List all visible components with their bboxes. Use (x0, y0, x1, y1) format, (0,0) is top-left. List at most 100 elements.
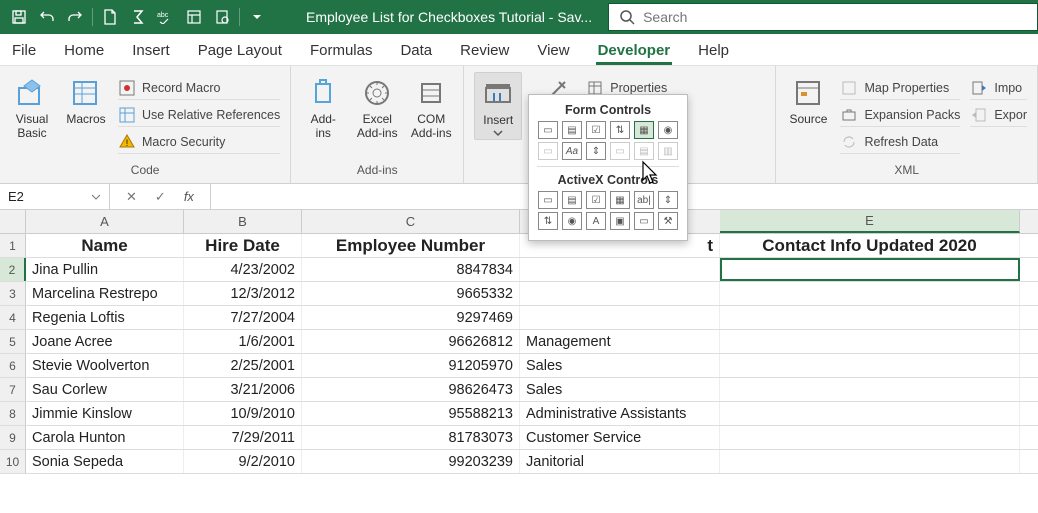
col-header-A[interactable]: A (26, 210, 184, 233)
row-header[interactable]: 6 (0, 354, 26, 377)
cell[interactable]: Janitorial (520, 450, 720, 473)
cell[interactable]: 10/9/2010 (184, 402, 302, 425)
cell[interactable]: Contact Info Updated 2020 (720, 234, 1020, 257)
row-header[interactable]: 9 (0, 426, 26, 449)
row-header[interactable]: 3 (0, 282, 26, 305)
ax-combobox[interactable]: ▤ (562, 191, 582, 209)
form-groupbox-control[interactable]: ▭ (538, 142, 558, 160)
visual-basic-button[interactable]: Visual Basic (10, 72, 54, 140)
cell[interactable]: 7/29/2011 (184, 426, 302, 449)
form-textfield-control[interactable]: ▭ (610, 142, 630, 160)
tab-file[interactable]: File (10, 38, 38, 65)
tab-view[interactable]: View (535, 38, 571, 65)
cell[interactable]: 12/3/2012 (184, 282, 302, 305)
undo-icon[interactable] (34, 4, 60, 30)
enter-icon[interactable]: ✓ (155, 189, 166, 205)
excel-addins-button[interactable]: Excel Add-ins (355, 72, 399, 140)
cell[interactable] (720, 402, 1020, 425)
cell[interactable]: Carola Hunton (26, 426, 184, 449)
cell[interactable]: 95588213 (302, 402, 520, 425)
name-box[interactable]: E2 (0, 184, 110, 209)
save-icon[interactable] (6, 4, 32, 30)
insert-function-icon[interactable]: fx (184, 189, 194, 204)
chevron-down-icon[interactable] (91, 193, 101, 201)
search-box[interactable] (608, 3, 1038, 31)
cell[interactable]: 9665332 (302, 282, 520, 305)
cell[interactable]: 91205970 (302, 354, 520, 377)
addins-button[interactable]: Add- ins (301, 72, 345, 140)
cell[interactable] (720, 258, 1020, 281)
cell[interactable]: 81783073 (302, 426, 520, 449)
macro-security-button[interactable]: !Macro Security (118, 130, 280, 154)
cell[interactable]: Sonia Sepeda (26, 450, 184, 473)
form-checkbox-control[interactable]: ☑ (586, 121, 606, 139)
cell[interactable]: 7/27/2004 (184, 306, 302, 329)
tab-formulas[interactable]: Formulas (308, 38, 375, 65)
import-button[interactable]: Impo (970, 76, 1027, 100)
cell[interactable]: Employee Number (302, 234, 520, 257)
ax-more[interactable]: ⚒ (658, 212, 678, 230)
cell[interactable]: Jina Pullin (26, 258, 184, 281)
tab-page-layout[interactable]: Page Layout (196, 38, 284, 65)
row-header[interactable]: 4 (0, 306, 26, 329)
cell[interactable]: Sau Corlew (26, 378, 184, 401)
form-listbox-control[interactable]: ▦ (634, 121, 654, 139)
form-combo-dropdown-control[interactable]: ▥ (658, 142, 678, 160)
form-option-control[interactable]: ◉ (658, 121, 678, 139)
cell[interactable]: 4/23/2002 (184, 258, 302, 281)
row-header[interactable]: 7 (0, 378, 26, 401)
cell[interactable]: Joane Acree (26, 330, 184, 353)
row-header[interactable]: 8 (0, 402, 26, 425)
cell[interactable] (520, 306, 720, 329)
ax-toggle[interactable]: ▭ (634, 212, 654, 230)
source-button[interactable]: Source (786, 72, 830, 126)
ax-spin[interactable]: ⇅ (538, 212, 558, 230)
cell[interactable]: 98626473 (302, 378, 520, 401)
cell[interactable] (720, 450, 1020, 473)
ax-listbox[interactable]: ▦ (610, 191, 630, 209)
redo-icon[interactable] (62, 4, 88, 30)
form-combobox-control[interactable]: ▤ (562, 121, 582, 139)
row-header[interactable]: 1 (0, 234, 26, 257)
tab-insert[interactable]: Insert (130, 38, 172, 65)
select-all-corner[interactable] (0, 210, 26, 233)
cell[interactable]: Marcelina Restrepo (26, 282, 184, 305)
com-addins-button[interactable]: COM Add-ins (409, 72, 453, 140)
col-header-C[interactable]: C (302, 210, 520, 233)
cell[interactable] (520, 282, 720, 305)
cell[interactable]: 8847834 (302, 258, 520, 281)
tab-review[interactable]: Review (458, 38, 511, 65)
ax-checkbox[interactable]: ☑ (586, 191, 606, 209)
expansion-packs-button[interactable]: Expansion Packs (840, 103, 960, 127)
cell[interactable]: 9/2/2010 (184, 450, 302, 473)
col-header-E[interactable]: E (720, 210, 1020, 233)
row-header[interactable]: 10 (0, 450, 26, 473)
form-icon[interactable] (181, 4, 207, 30)
cell[interactable]: Jimmie Kinslow (26, 402, 184, 425)
cell[interactable]: Name (26, 234, 184, 257)
cell[interactable]: Sales (520, 378, 720, 401)
row-header[interactable]: 5 (0, 330, 26, 353)
record-macro-button[interactable]: Record Macro (118, 76, 280, 100)
tab-data[interactable]: Data (398, 38, 434, 65)
cell[interactable] (520, 258, 720, 281)
cell[interactable] (720, 282, 1020, 305)
ax-scrollbar[interactable]: ⇕ (658, 191, 678, 209)
cell[interactable] (720, 330, 1020, 353)
cell[interactable] (720, 306, 1020, 329)
cell[interactable]: 9297469 (302, 306, 520, 329)
spelling-icon[interactable]: abc (153, 4, 179, 30)
cell[interactable]: 99203239 (302, 450, 520, 473)
form-scrollbar-control[interactable]: ⇕ (586, 142, 606, 160)
cell[interactable]: Stevie Woolverton (26, 354, 184, 377)
cell[interactable]: Customer Service (520, 426, 720, 449)
customize-qat-icon[interactable] (244, 4, 270, 30)
ax-image[interactable]: ▣ (610, 212, 630, 230)
ax-label[interactable]: A (586, 212, 606, 230)
cell[interactable] (720, 354, 1020, 377)
cell[interactable]: Sales (520, 354, 720, 377)
form-combo-list-control[interactable]: ▤ (634, 142, 654, 160)
cell[interactable]: Regenia Loftis (26, 306, 184, 329)
cell[interactable]: Management (520, 330, 720, 353)
cell[interactable]: 1/6/2001 (184, 330, 302, 353)
